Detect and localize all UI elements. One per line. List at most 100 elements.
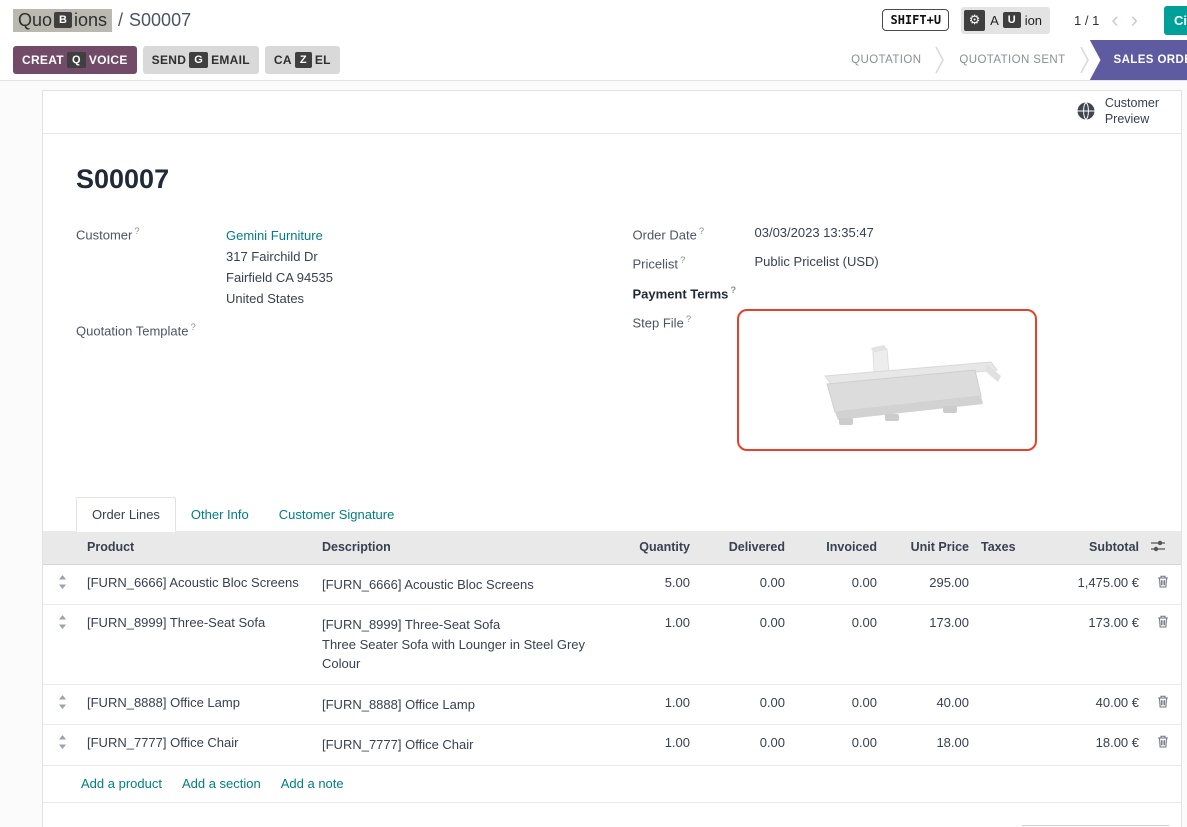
cell-description[interactable]: [FURN_7777] Office Chair — [316, 725, 611, 766]
cell-delivered[interactable]: 0.00 — [696, 605, 791, 685]
col-invoiced[interactable]: Invoiced — [791, 531, 883, 565]
add-a-note-link[interactable]: Add a note — [281, 776, 344, 791]
cell-description[interactable]: [FURN_6666] Acoustic Bloc Screens — [316, 564, 611, 605]
drag-handle-icon[interactable] — [43, 564, 81, 605]
optional-columns-icon[interactable] — [1145, 531, 1181, 565]
table-row[interactable]: [FURN_6666] Acoustic Bloc Screens [FURN_… — [43, 564, 1181, 605]
customer-label: Customer? — [76, 225, 226, 242]
cell-unit-price[interactable]: 295.00 — [883, 564, 975, 605]
step-file-widget[interactable] — [737, 309, 1037, 451]
payment-terms-label-text: Payment Terms — [633, 286, 729, 301]
tab-order-lines[interactable]: Order Lines — [76, 497, 176, 532]
customer-preview-link[interactable]: Customer Preview — [1105, 96, 1159, 127]
drag-handle-icon[interactable] — [43, 684, 81, 725]
cell-quantity[interactable]: 1.00 — [611, 725, 696, 766]
cell-invoiced[interactable]: 0.00 — [791, 605, 883, 685]
status-quotation-sent[interactable]: QUOTATION SENT — [945, 40, 1079, 81]
action-menu-button[interactable]: ⚙ A U ion — [961, 7, 1050, 34]
action-label-suffix: ion — [1025, 13, 1042, 28]
create-invoice-suffix: VOICE — [89, 53, 128, 67]
col-description[interactable]: Description — [316, 531, 611, 565]
drag-handle-icon[interactable] — [43, 605, 81, 685]
col-unit-price[interactable]: Unit Price — [883, 531, 975, 565]
add-a-section-link[interactable]: Add a section — [182, 776, 261, 791]
chevron-right-icon[interactable]: › — [1131, 9, 1138, 31]
cell-taxes[interactable] — [975, 605, 1035, 685]
tab-customer-signature[interactable]: Customer Signature — [264, 498, 410, 531]
breadcrumb-parent-suffix: ions — [74, 10, 107, 31]
cell-delivered[interactable]: 0.00 — [696, 725, 791, 766]
breadcrumb: Quo B ions / S00007 — [13, 9, 191, 32]
cell-delivered[interactable]: 0.00 — [696, 684, 791, 725]
col-taxes[interactable]: Taxes — [975, 531, 1035, 565]
col-delivered[interactable]: Delivered — [696, 531, 791, 565]
form-toolbar: CREAT Q VOICE SEND G EMAIL CA Z EL QUOTA… — [0, 40, 1187, 81]
create-invoice-button[interactable]: CREAT Q VOICE — [13, 46, 137, 74]
cell-product[interactable]: [FURN_8999] Three-Seat Sofa — [81, 605, 316, 685]
customer-preview-line1: Customer — [1105, 96, 1159, 112]
cell-product[interactable]: [FURN_7777] Office Chair — [81, 725, 316, 766]
trash-icon[interactable] — [1145, 684, 1181, 725]
order-date-label-text: Order Date — [633, 227, 697, 242]
cell-product[interactable]: [FURN_6666] Acoustic Bloc Screens — [81, 564, 316, 605]
cell-invoiced[interactable]: 0.00 — [791, 684, 883, 725]
drag-handle-icon[interactable] — [43, 725, 81, 766]
table-row[interactable]: [FURN_7777] Office Chair [FURN_7777] Off… — [43, 725, 1181, 766]
hint-badge-b: B — [54, 12, 72, 28]
table-row[interactable]: [FURN_8888] Office Lamp [FURN_8888] Offi… — [43, 684, 1181, 725]
cell-invoiced[interactable]: 0.00 — [791, 725, 883, 766]
hint-badge-g: G — [189, 52, 208, 68]
breadcrumb-current: S00007 — [129, 10, 191, 31]
cancel-suffix: EL — [315, 53, 331, 67]
sheet-header: Customer Preview — [43, 91, 1181, 134]
cell-description[interactable]: [FURN_8999] Three-Seat Sofa Three Seater… — [316, 605, 611, 685]
customer-link[interactable]: Gemini Furniture — [226, 228, 323, 243]
cell-subtotal: 1,475.00 € — [1035, 564, 1145, 605]
payment-terms-label: Payment Terms? — [633, 284, 755, 301]
table-header-row: Product Description Quantity Delivered I… — [43, 531, 1181, 565]
cell-unit-price[interactable]: 40.00 — [883, 684, 975, 725]
status-quotation[interactable]: QUOTATION — [837, 40, 935, 81]
pricelist-value[interactable]: Public Pricelist (USD) — [755, 254, 879, 269]
status-separator-icon — [935, 40, 945, 81]
breadcrumb-quotations[interactable]: Quo B ions — [13, 9, 112, 32]
cell-invoiced[interactable]: 0.00 — [791, 564, 883, 605]
toolbar-buttons: CREAT Q VOICE SEND G EMAIL CA Z EL — [13, 46, 340, 74]
cell-taxes[interactable] — [975, 564, 1035, 605]
status-sales-order[interactable]: SALES ORDER — [1090, 40, 1187, 81]
top-right-button[interactable]: Ci — [1164, 6, 1187, 35]
cell-unit-price[interactable]: 18.00 — [883, 725, 975, 766]
create-invoice-prefix: CREAT — [22, 53, 64, 67]
shortcut-badge: SHIFT+U — [882, 9, 949, 31]
chevron-left-icon[interactable]: ‹ — [1111, 9, 1118, 31]
cell-description[interactable]: [FURN_8888] Office Lamp — [316, 684, 611, 725]
cell-product[interactable]: [FURN_8888] Office Lamp — [81, 684, 316, 725]
add-a-product-link[interactable]: Add a product — [81, 776, 162, 791]
gear-icon: ⚙ — [964, 10, 985, 31]
field-column-right: Order Date? 03/03/2023 13:35:47 Pricelis… — [633, 225, 1154, 463]
trash-icon[interactable] — [1145, 564, 1181, 605]
col-quantity[interactable]: Quantity — [611, 531, 696, 565]
cell-unit-price[interactable]: 173.00 — [883, 605, 975, 685]
cell-taxes[interactable] — [975, 684, 1035, 725]
trash-icon[interactable] — [1145, 725, 1181, 766]
col-product[interactable]: Product — [81, 531, 316, 565]
cell-quantity[interactable]: 1.00 — [611, 684, 696, 725]
cell-quantity[interactable]: 1.00 — [611, 605, 696, 685]
pricelist-label: Pricelist? — [633, 254, 755, 271]
table-row[interactable]: [FURN_8999] Three-Seat Sofa [FURN_8999] … — [43, 605, 1181, 685]
tab-other-info[interactable]: Other Info — [176, 498, 264, 531]
order-date-value[interactable]: 03/03/2023 13:35:47 — [755, 225, 874, 240]
field-pricelist: Pricelist? Public Pricelist (USD) — [633, 254, 1154, 271]
status-separator-icon — [1080, 40, 1090, 81]
cell-quantity[interactable]: 5.00 — [611, 564, 696, 605]
cell-taxes[interactable] — [975, 725, 1035, 766]
cancel-button[interactable]: CA Z EL — [265, 46, 340, 74]
handle-column-header — [43, 531, 81, 565]
col-subtotal[interactable]: Subtotal — [1035, 531, 1145, 565]
cell-delivered[interactable]: 0.00 — [696, 564, 791, 605]
trash-icon[interactable] — [1145, 605, 1181, 685]
order-date-label: Order Date? — [633, 225, 755, 242]
send-email-button[interactable]: SEND G EMAIL — [143, 46, 259, 74]
sales-order-sheet: Customer Preview S00007 Customer? Gemini… — [42, 90, 1182, 827]
